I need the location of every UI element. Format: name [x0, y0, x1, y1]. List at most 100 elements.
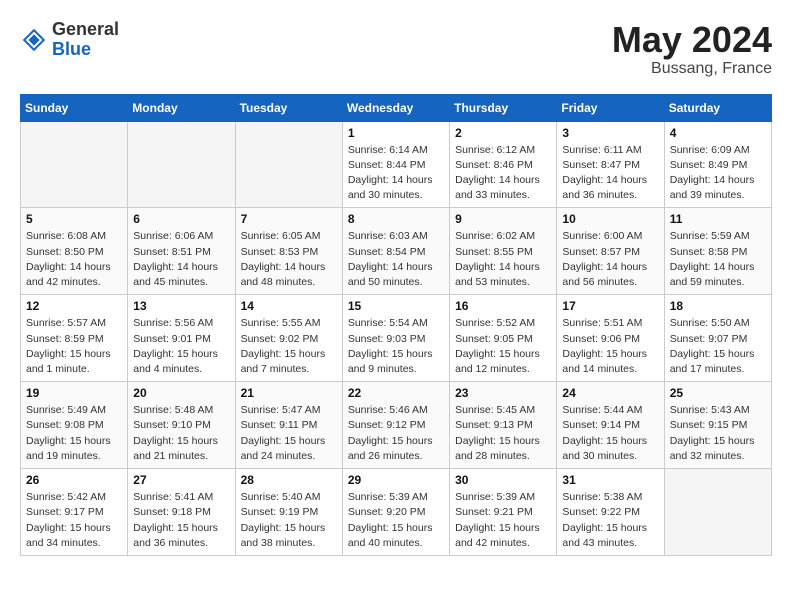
day-info: Sunrise: 5:44 AMSunset: 9:14 PMDaylight:… — [562, 403, 658, 464]
day-info: Sunrise: 5:49 AMSunset: 9:08 PMDaylight:… — [26, 403, 122, 464]
day-number: 8 — [348, 212, 444, 226]
day-info: Sunrise: 5:50 AMSunset: 9:07 PMDaylight:… — [670, 316, 766, 377]
logo-general: General — [52, 20, 119, 40]
col-header-sunday: Sunday — [21, 94, 128, 121]
title-block: May 2024 Bussang, France — [612, 20, 772, 78]
logo-blue: Blue — [52, 40, 119, 60]
week-row-3: 12Sunrise: 5:57 AMSunset: 8:59 PMDayligh… — [21, 295, 772, 382]
day-info: Sunrise: 5:42 AMSunset: 9:17 PMDaylight:… — [26, 490, 122, 551]
day-info: Sunrise: 6:02 AMSunset: 8:55 PMDaylight:… — [455, 229, 551, 290]
col-header-tuesday: Tuesday — [235, 94, 342, 121]
day-info: Sunrise: 5:39 AMSunset: 9:20 PMDaylight:… — [348, 490, 444, 551]
day-number: 21 — [241, 386, 337, 400]
day-cell — [128, 121, 235, 208]
day-number: 10 — [562, 212, 658, 226]
week-row-2: 5 Sunrise: 6:08 AMSunset: 8:50 PMDaylight… — [21, 208, 772, 295]
day-info: Sunrise: 5:54 AMSunset: 9:03 PMDaylight:… — [348, 316, 444, 377]
day-cell: 26 Sunrise: 5:42 AMSunset: 9:17 PMDayligh… — [21, 469, 128, 556]
day-info: Sunrise: 6:05 AMSunset: 8:53 PMDaylight:… — [241, 229, 337, 290]
day-cell: 3 Sunrise: 6:11 AMSunset: 8:47 PMDaylight… — [557, 121, 664, 208]
day-number: 20 — [133, 386, 229, 400]
day-number: 22 — [348, 386, 444, 400]
col-header-thursday: Thursday — [450, 94, 557, 121]
logo-icon — [20, 26, 48, 54]
day-info: Sunrise: 5:51 AMSunset: 9:06 PMDaylight:… — [562, 316, 658, 377]
day-number: 17 — [562, 299, 658, 313]
day-cell — [235, 121, 342, 208]
day-info: Sunrise: 5:46 AMSunset: 9:12 PMDaylight:… — [348, 403, 444, 464]
day-info: Sunrise: 6:00 AMSunset: 8:57 PMDaylight:… — [562, 229, 658, 290]
day-info: Sunrise: 5:59 AMSunset: 8:58 PMDaylight:… — [670, 229, 766, 290]
day-number: 18 — [670, 299, 766, 313]
day-number: 1 — [348, 126, 444, 140]
day-cell: 8 Sunrise: 6:03 AMSunset: 8:54 PMDaylight… — [342, 208, 449, 295]
day-cell: 17 Sunrise: 5:51 AMSunset: 9:06 PMDayligh… — [557, 295, 664, 382]
day-cell: 4 Sunrise: 6:09 AMSunset: 8:49 PMDaylight… — [664, 121, 771, 208]
day-info: Sunrise: 5:38 AMSunset: 9:22 PMDaylight:… — [562, 490, 658, 551]
col-header-saturday: Saturday — [664, 94, 771, 121]
day-info: Sunrise: 6:09 AMSunset: 8:49 PMDaylight:… — [670, 143, 766, 204]
day-number: 14 — [241, 299, 337, 313]
day-number: 19 — [26, 386, 122, 400]
day-cell: 7 Sunrise: 6:05 AMSunset: 8:53 PMDaylight… — [235, 208, 342, 295]
col-header-friday: Friday — [557, 94, 664, 121]
day-info: Sunrise: 6:12 AMSunset: 8:46 PMDaylight:… — [455, 143, 551, 204]
day-cell: 31 Sunrise: 5:38 AMSunset: 9:22 PMDayligh… — [557, 469, 664, 556]
page-header: General Blue May 2024 Bussang, France — [20, 20, 772, 78]
day-number: 9 — [455, 212, 551, 226]
day-info: Sunrise: 5:40 AMSunset: 9:19 PMDaylight:… — [241, 490, 337, 551]
day-cell: 24Sunrise: 5:44 AMSunset: 9:14 PMDayligh… — [557, 382, 664, 469]
day-info: Sunrise: 6:11 AMSunset: 8:47 PMDaylight:… — [562, 143, 658, 204]
logo: General Blue — [20, 20, 119, 60]
day-number: 27 — [133, 473, 229, 487]
day-info: Sunrise: 6:06 AMSunset: 8:51 PMDaylight:… — [133, 229, 229, 290]
day-info: Sunrise: 5:57 AMSunset: 8:59 PMDaylight:… — [26, 316, 122, 377]
day-info: Sunrise: 5:41 AMSunset: 9:18 PMDaylight:… — [133, 490, 229, 551]
day-cell — [21, 121, 128, 208]
day-number: 13 — [133, 299, 229, 313]
day-number: 28 — [241, 473, 337, 487]
day-cell: 19 Sunrise: 5:49 AMSunset: 9:08 PMDayligh… — [21, 382, 128, 469]
day-info: Sunrise: 5:43 AMSunset: 9:15 PMDaylight:… — [670, 403, 766, 464]
day-number: 30 — [455, 473, 551, 487]
day-cell: 23Sunrise: 5:45 AMSunset: 9:13 PMDayligh… — [450, 382, 557, 469]
day-cell: 16Sunrise: 5:52 AMSunset: 9:05 PMDayligh… — [450, 295, 557, 382]
day-info: Sunrise: 5:56 AMSunset: 9:01 PMDaylight:… — [133, 316, 229, 377]
calendar-header-row: SundayMondayTuesdayWednesdayThursdayFrid… — [21, 94, 772, 121]
day-number: 11 — [670, 212, 766, 226]
day-number: 26 — [26, 473, 122, 487]
day-cell: 1 Sunrise: 6:14 AMSunset: 8:44 PMDaylight… — [342, 121, 449, 208]
day-cell: 6Sunrise: 6:06 AMSunset: 8:51 PMDaylight… — [128, 208, 235, 295]
day-number: 15 — [348, 299, 444, 313]
day-cell: 22 Sunrise: 5:46 AMSunset: 9:12 PMDayligh… — [342, 382, 449, 469]
day-cell: 30 Sunrise: 5:39 AMSunset: 9:21 PMDayligh… — [450, 469, 557, 556]
day-number: 5 — [26, 212, 122, 226]
day-cell: 18 Sunrise: 5:50 AMSunset: 9:07 PMDayligh… — [664, 295, 771, 382]
week-row-1: 1 Sunrise: 6:14 AMSunset: 8:44 PMDaylight… — [21, 121, 772, 208]
day-cell: 28 Sunrise: 5:40 AMSunset: 9:19 PMDayligh… — [235, 469, 342, 556]
col-header-monday: Monday — [128, 94, 235, 121]
day-cell: 21 Sunrise: 5:47 AMSunset: 9:11 PMDayligh… — [235, 382, 342, 469]
day-number: 4 — [670, 126, 766, 140]
day-number: 23 — [455, 386, 551, 400]
day-cell: 2Sunrise: 6:12 AMSunset: 8:46 PMDaylight… — [450, 121, 557, 208]
week-row-5: 26 Sunrise: 5:42 AMSunset: 9:17 PMDayligh… — [21, 469, 772, 556]
day-number: 7 — [241, 212, 337, 226]
day-cell: 5 Sunrise: 6:08 AMSunset: 8:50 PMDaylight… — [21, 208, 128, 295]
day-info: Sunrise: 6:03 AMSunset: 8:54 PMDaylight:… — [348, 229, 444, 290]
day-number: 31 — [562, 473, 658, 487]
week-row-4: 19 Sunrise: 5:49 AMSunset: 9:08 PMDayligh… — [21, 382, 772, 469]
day-number: 16 — [455, 299, 551, 313]
day-number: 3 — [562, 126, 658, 140]
day-cell: 29Sunrise: 5:39 AMSunset: 9:20 PMDayligh… — [342, 469, 449, 556]
day-info: Sunrise: 6:08 AMSunset: 8:50 PMDaylight:… — [26, 229, 122, 290]
day-cell: 9 Sunrise: 6:02 AMSunset: 8:55 PMDaylight… — [450, 208, 557, 295]
day-cell: 12Sunrise: 5:57 AMSunset: 8:59 PMDayligh… — [21, 295, 128, 382]
calendar-table: SundayMondayTuesdayWednesdayThursdayFrid… — [20, 94, 772, 556]
day-info: Sunrise: 5:47 AMSunset: 9:11 PMDaylight:… — [241, 403, 337, 464]
day-number: 25 — [670, 386, 766, 400]
day-info: Sunrise: 6:14 AMSunset: 8:44 PMDaylight:… — [348, 143, 444, 204]
day-cell: 11 Sunrise: 5:59 AMSunset: 8:58 PMDayligh… — [664, 208, 771, 295]
day-info: Sunrise: 5:39 AMSunset: 9:21 PMDaylight:… — [455, 490, 551, 551]
day-info: Sunrise: 5:48 AMSunset: 9:10 PMDaylight:… — [133, 403, 229, 464]
